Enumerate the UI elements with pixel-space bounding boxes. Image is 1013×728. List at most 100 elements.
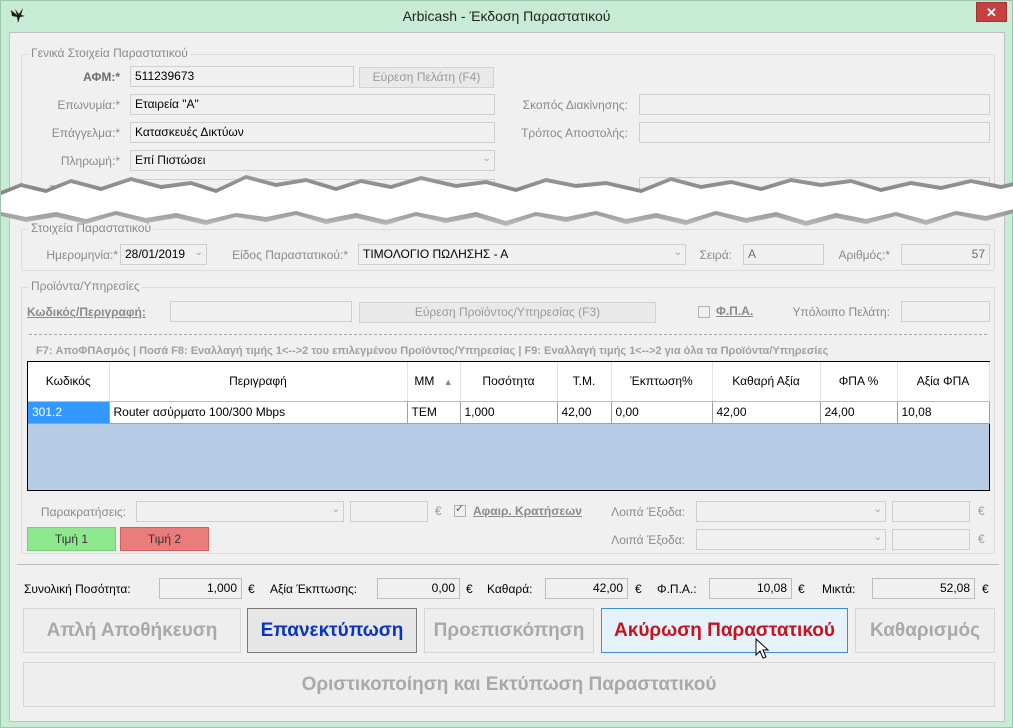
col-header-unit-price[interactable]: Τ.Μ. bbox=[557, 362, 612, 402]
total-discount-value: 0,00 bbox=[377, 578, 460, 599]
withholding-amount[interactable] bbox=[350, 501, 428, 522]
cell-net-value[interactable]: 42,00 bbox=[712, 401, 821, 424]
sort-asc-icon: ▲ bbox=[443, 376, 453, 387]
cell-discount[interactable]: 0,00 bbox=[611, 401, 713, 424]
payment-value: Επί Πιστώσει bbox=[135, 153, 206, 167]
preview-button[interactable]: Προεπισκόπηση bbox=[424, 608, 594, 653]
date-label: Ημερομηνία:* bbox=[46, 248, 118, 262]
total-net-value: 42,00 bbox=[545, 578, 628, 599]
euro-sign: € bbox=[978, 532, 985, 546]
products-group-title: Προϊόντα/Υπηρεσίες bbox=[29, 279, 142, 293]
deduct-label: Αφαιρ. Κρατήσεων bbox=[473, 504, 582, 518]
payment-select[interactable]: Επί Πιστώσει ⌄ bbox=[130, 150, 495, 171]
payment-label: Πληρωμή:* bbox=[60, 154, 120, 168]
code-desc-field[interactable] bbox=[170, 301, 352, 322]
col-header-vat-value[interactable]: Αξία ΦΠΑ bbox=[897, 362, 990, 402]
other-expenses-amount-2[interactable] bbox=[892, 529, 970, 550]
torn-edge-overlay bbox=[1, 175, 1013, 226]
cell-quantity[interactable]: 1,000 bbox=[460, 401, 558, 424]
withholding-select[interactable]: ⌄ bbox=[136, 501, 344, 522]
price1-button[interactable]: Τιμή 1 bbox=[27, 527, 116, 551]
check-icon: ✓ bbox=[455, 503, 465, 515]
col-header-vat-pct[interactable]: ΦΠΑ % bbox=[820, 362, 898, 402]
title-bar: Arbicash - Έκδοση Παραστατικού ✕ bbox=[1, 1, 1012, 32]
date-picker[interactable]: 28/01/2019 ⌄ bbox=[120, 244, 207, 265]
euro-sign: € bbox=[798, 582, 805, 596]
cell-unit[interactable]: ΤΕΜ bbox=[407, 401, 461, 424]
shipping-field[interactable] bbox=[639, 122, 990, 143]
doc-type-select[interactable]: ΤΙΜΟΛΟΓΙΟ ΠΩΛΗΣΗΣ - Α ⌄ bbox=[358, 244, 686, 265]
general-group-title: Γενικά Στοιχεία Παραστατικού bbox=[29, 46, 190, 60]
number-field[interactable]: 57 bbox=[901, 244, 990, 265]
balance-label: Υπόλοιπο Πελάτη: bbox=[792, 305, 890, 319]
chevron-down-icon: ⌄ bbox=[673, 247, 682, 258]
table-row[interactable]: 301.2 Router ασύρματο 100/300 Mbps ΤΕΜ 1… bbox=[28, 401, 990, 424]
code-desc-label: Κωδικός/Περιγραφή: bbox=[27, 305, 146, 319]
reprint-button[interactable]: Επανεκτύπωση bbox=[247, 608, 417, 653]
balance-field[interactable] bbox=[901, 301, 990, 322]
series-field[interactable]: Α bbox=[743, 244, 824, 265]
price2-button[interactable]: Τιμή 2 bbox=[120, 527, 209, 551]
mouse-cursor-icon bbox=[755, 638, 770, 659]
euro-sign: € bbox=[435, 504, 442, 518]
cell-description[interactable]: Router ασύρματο 100/300 Mbps bbox=[109, 401, 408, 424]
purpose-field[interactable] bbox=[639, 94, 990, 115]
other-expenses-label-1: Λοιπά Έξοδα: bbox=[611, 505, 685, 519]
col-header-net-value[interactable]: Καθαρή Αξία bbox=[712, 362, 821, 402]
series-label: Σειρά: bbox=[699, 248, 732, 262]
chevron-down-icon: ⌄ bbox=[873, 532, 882, 543]
col-header-code[interactable]: Κωδικός bbox=[28, 362, 110, 402]
euro-sign: € bbox=[635, 582, 642, 596]
cell-code[interactable]: 301.2 bbox=[28, 401, 110, 424]
total-vat-value: 10,08 bbox=[709, 578, 792, 599]
close-button[interactable]: ✕ bbox=[976, 2, 1007, 22]
other-expenses-amount-1[interactable] bbox=[892, 501, 970, 522]
find-product-button[interactable]: Εύρεση Προϊόντος/Υπηρεσίας (F3) bbox=[359, 302, 656, 323]
doc-type-label: Είδος Παραστατικού:* bbox=[232, 248, 348, 262]
purpose-label: Σκοπός Διακίνησης: bbox=[522, 98, 628, 112]
profession-field[interactable]: Κατασκευές Δικτύων bbox=[130, 122, 495, 143]
simple-save-button[interactable]: Απλή Αποθήκευση bbox=[23, 608, 241, 653]
afm-label: ΑΦΜ:* bbox=[83, 70, 120, 84]
name-label: Επωνυμία:* bbox=[57, 98, 120, 112]
profession-label: Επάγγελμα:* bbox=[51, 126, 120, 140]
number-label: Αριθμός:* bbox=[838, 248, 890, 262]
chevron-down-icon: ⌄ bbox=[194, 247, 203, 258]
chevron-down-icon: ⌄ bbox=[873, 504, 882, 515]
euro-sign: € bbox=[978, 504, 985, 518]
vat-check-label: Φ.Π.Α. bbox=[716, 304, 754, 318]
euro-sign: € bbox=[466, 582, 473, 596]
doc-type-value: ΤΙΜΟΛΟΓΙΟ ΠΩΛΗΣΗΣ - Α bbox=[363, 247, 509, 261]
form-body: Γενικά Στοιχεία Παραστατικού ΑΦΜ:* 51123… bbox=[9, 32, 1005, 722]
other-expenses-select-1[interactable]: ⌄ bbox=[696, 501, 886, 522]
chevron-down-icon: ⌄ bbox=[331, 504, 340, 515]
cancel-document-button[interactable]: Ακύρωση Παραστατικού bbox=[601, 608, 848, 653]
grid-header-row: Κωδικός Περιγραφή ΜΜ ▲ Ποσότητα Τ.Μ. Έκπ… bbox=[28, 362, 990, 402]
total-qty-label: Συνολική Ποσότητα: bbox=[24, 582, 131, 596]
cell-unit-price[interactable]: 42,00 bbox=[557, 401, 612, 424]
total-gross-label: Μικτά: bbox=[822, 582, 856, 596]
cell-vat-value[interactable]: 10,08 bbox=[897, 401, 990, 424]
products-grid[interactable]: Κωδικός Περιγραφή ΜΜ ▲ Ποσότητα Τ.Μ. Έκπ… bbox=[27, 361, 990, 491]
total-vat-label: Φ.Π.Α.: bbox=[657, 582, 697, 596]
total-qty-value: 1,000 bbox=[159, 578, 242, 599]
col-header-description[interactable]: Περιγραφή bbox=[109, 362, 408, 402]
main-window: Arbicash - Έκδοση Παραστατικού ✕ Γενικά … bbox=[0, 0, 1013, 728]
window-title: Arbicash - Έκδοση Παραστατικού bbox=[402, 8, 611, 24]
afm-field[interactable]: 511239673 bbox=[130, 66, 354, 87]
find-customer-button[interactable]: Εύρεση Πελάτη (F4) bbox=[359, 67, 494, 88]
clear-button[interactable]: Καθαρισμός bbox=[855, 608, 995, 653]
shipping-label: Τρόπος Αποστολής: bbox=[521, 126, 628, 140]
col-header-unit[interactable]: ΜΜ ▲ bbox=[407, 362, 461, 402]
total-gross-value: 52,08 bbox=[872, 578, 975, 599]
name-field[interactable]: Εταιρεία "Α" bbox=[130, 94, 495, 115]
euro-sign: € bbox=[982, 582, 989, 596]
finalize-print-button[interactable]: Οριστικοποίηση και Εκτύπωση Παραστατικού bbox=[23, 662, 995, 707]
col-header-discount[interactable]: Έκπτωση% bbox=[611, 362, 713, 402]
cell-vat-pct[interactable]: 24,00 bbox=[820, 401, 898, 424]
other-expenses-label-2: Λοιπά Έξοδα: bbox=[611, 533, 685, 547]
shortcut-hints: F7: ΑποΦΠΑσμός | Ποσά F8: Εναλλαγή τιμής… bbox=[36, 345, 829, 357]
vat-checkbox[interactable] bbox=[698, 306, 710, 318]
other-expenses-select-2[interactable]: ⌄ bbox=[696, 529, 886, 550]
col-header-quantity[interactable]: Ποσότητα bbox=[460, 362, 558, 402]
